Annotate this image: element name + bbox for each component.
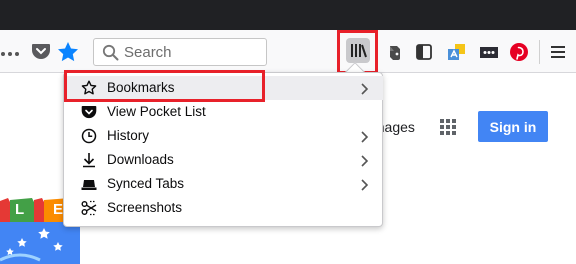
sidebar-icon[interactable]	[414, 42, 434, 62]
doodle-letter: E	[53, 201, 64, 218]
evernote-icon[interactable]	[385, 42, 405, 62]
menu-item-history[interactable]: History	[65, 124, 383, 148]
doodle-letter: L	[15, 201, 25, 218]
menu-item-downloads[interactable]: Downloads	[65, 148, 383, 172]
sign-in-button[interactable]: Sign in	[478, 111, 548, 142]
menu-item-label: Synced Tabs	[107, 176, 185, 191]
pinterest-icon[interactable]	[509, 42, 529, 62]
menu-item-synced-tabs[interactable]: Synced Tabs	[65, 172, 383, 196]
menu-item-label: Screenshots	[107, 200, 183, 215]
menu-item-view-pocket-list[interactable]: View Pocket List	[65, 100, 383, 124]
pocket-icon[interactable]	[30, 40, 52, 62]
overflow-dots-icon[interactable]	[0, 48, 26, 60]
chevron-right-icon	[360, 82, 370, 95]
menu-item-screenshots[interactable]: Screenshots	[65, 196, 383, 220]
pocket-icon	[81, 104, 97, 120]
scissors-icon	[81, 200, 97, 216]
clock-icon	[81, 128, 97, 144]
library-icon	[346, 38, 370, 63]
search-icon	[102, 44, 119, 61]
bookmark-star-icon[interactable]	[56, 40, 80, 64]
tab-strip	[0, 0, 576, 30]
translate-icon[interactable]	[447, 42, 467, 62]
search-bar[interactable]	[93, 38, 267, 66]
menu-item-label: History	[107, 128, 150, 143]
chevron-right-icon	[360, 130, 370, 143]
apps-grid-icon[interactable]	[440, 119, 456, 135]
search-input[interactable]	[124, 42, 260, 62]
toolbar-separator	[539, 40, 540, 64]
synced-tabs-icon	[81, 176, 97, 192]
menu-item-label: View Pocket List	[107, 104, 206, 119]
chevron-right-icon	[360, 154, 370, 167]
bookmarks-highlight-frame	[64, 70, 265, 102]
hamburger-menu-icon[interactable]	[549, 42, 567, 62]
menu-item-label: Downloads	[107, 152, 174, 167]
chevron-right-icon	[360, 178, 370, 191]
extension-icon[interactable]	[479, 42, 499, 62]
download-arrow-icon	[81, 152, 97, 168]
